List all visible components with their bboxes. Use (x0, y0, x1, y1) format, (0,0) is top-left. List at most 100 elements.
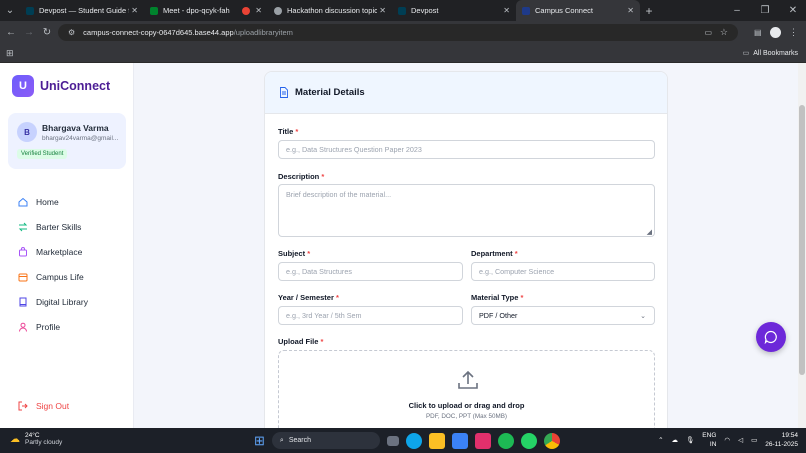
material-type-select[interactable]: PDF / Other ⌄ (471, 306, 655, 325)
tab-search-icon[interactable]: ⌄ (0, 5, 20, 16)
tab-label: Devpost — Student Guide for N (39, 6, 129, 15)
task-view-icon[interactable] (386, 435, 399, 446)
sign-out-button[interactable]: Sign Out (18, 401, 69, 411)
close-icon[interactable]: ✕ (379, 6, 386, 15)
user-name: Bhargava Varma (42, 123, 109, 133)
back-icon[interactable]: ← (2, 27, 20, 38)
sidebar-item-barter-skills[interactable]: Barter Skills (10, 214, 126, 239)
all-bookmarks-link[interactable]: All Bookmarks (753, 50, 798, 57)
language-indicator[interactable]: ENG IN (702, 431, 716, 449)
devpost-favicon-icon (26, 6, 34, 15)
brand-logo[interactable]: U UniConnect (12, 75, 110, 97)
address-bar-row: ← → ↻ ⚙ campus-connect-copy-0647d645.bas… (0, 21, 806, 44)
subject-label: Subject * (278, 249, 311, 258)
swap-icon (18, 222, 28, 231)
taskbar: ☁ 24°C Partly cloudy ⊞ ⌕ Search ⌃ ☁ 🎙 EN… (0, 428, 806, 453)
battery-icon[interactable]: ▭ (751, 436, 757, 444)
year-semester-input[interactable]: e.g., 3rd Year / 5th Sem (278, 306, 463, 325)
tab-devpost-guide[interactable]: Devpost — Student Guide for N ✕ (20, 0, 144, 21)
sidebar-item-label: Barter Skills (36, 221, 82, 232)
spotify-icon[interactable] (497, 432, 514, 449)
file-dropzone[interactable]: Click to upload or drag and drop PDF, DO… (278, 350, 655, 428)
material-type-value: PDF / Other (479, 311, 518, 320)
verified-badge: Verified Student (17, 149, 68, 159)
reload-icon[interactable]: ↻ (38, 27, 56, 38)
tab-hackathon-topics[interactable]: Hackathon discussion topics ✕ (268, 0, 392, 21)
material-type-label: Material Type * (471, 293, 524, 302)
wifi-icon[interactable]: ◠ (724, 436, 730, 444)
site-info-icon[interactable]: ⚙ (68, 28, 75, 37)
sidebar-item-label: Profile (36, 321, 61, 332)
taskbar-search[interactable]: ⌕ Search (271, 432, 380, 449)
sidebar: U UniConnect B Bhargava Varma bhargav24v… (0, 63, 134, 428)
subject-placeholder: e.g., Data Structures (286, 267, 352, 276)
forward-icon[interactable]: → (20, 27, 38, 38)
file-explorer-icon[interactable] (428, 432, 445, 449)
edge-icon[interactable] (405, 432, 422, 449)
chevron-up-icon[interactable]: ⌃ (658, 436, 663, 444)
volume-icon[interactable]: ◁ (738, 436, 743, 444)
home-icon (18, 197, 28, 206)
whatsapp-icon[interactable] (520, 432, 537, 449)
material-details-card: Material Details Title * e.g., Data Stru… (264, 71, 668, 428)
close-icon[interactable]: ✕ (255, 6, 262, 15)
lang-primary: ENG (702, 432, 717, 439)
sidebar-item-profile[interactable]: Profile (10, 314, 126, 339)
card-title: Material Details (295, 87, 365, 98)
year-semester-placeholder: e.g., 3rd Year / 5th Sem (286, 311, 362, 320)
bookmark-star-icon[interactable]: ☆ (720, 27, 728, 38)
brand-name: UniConnect (40, 79, 111, 93)
department-placeholder: e.g., Computer Science (479, 267, 555, 276)
tab-meet[interactable]: Meet - dpo-qcyk-fah ✕ (144, 0, 268, 21)
sign-out-label: Sign Out (36, 401, 70, 411)
menu-icon[interactable]: ⋮ (789, 27, 798, 38)
title-label: Title * (278, 127, 299, 136)
tab-campus-connect[interactable]: Campus Connect ✕ (516, 0, 640, 21)
weather-desc: Partly cloudy (25, 439, 63, 446)
tab-devpost[interactable]: Devpost ✕ (392, 0, 516, 21)
install-app-icon[interactable]: ▭ (704, 28, 712, 37)
calendar-icon (18, 273, 28, 281)
description-textarea[interactable]: Brief description of the material... ◢ (278, 184, 655, 237)
new-tab-icon[interactable]: + (640, 4, 658, 18)
restore-icon[interactable]: ❐ (756, 5, 774, 16)
mic-icon[interactable]: 🎙 (686, 436, 694, 444)
upload-instruction: Click to upload or drag and drop (408, 401, 525, 410)
instagram-icon[interactable] (474, 432, 491, 449)
department-input[interactable]: e.g., Computer Science (471, 262, 655, 281)
url-path: /uploadlibraryitem (233, 28, 293, 37)
minimize-icon[interactable]: – (728, 5, 746, 16)
close-icon[interactable]: ✕ (131, 6, 138, 15)
user-icon (19, 322, 27, 332)
apps-grid-icon[interactable]: ⊞ (6, 48, 14, 59)
clock[interactable]: 19:54 26-11-2025 (765, 431, 798, 449)
tab-label: Meet - dpo-qcyk-fah (163, 6, 230, 15)
profile-avatar-icon[interactable] (770, 27, 781, 38)
sidebar-item-label: Marketplace (36, 246, 83, 257)
sidebar-item-label: Digital Library (36, 296, 88, 307)
subject-input[interactable]: e.g., Data Structures (278, 262, 463, 281)
chat-button[interactable] (756, 322, 786, 352)
store-icon[interactable] (451, 432, 468, 449)
close-icon[interactable]: ✕ (503, 6, 510, 15)
sidebar-item-marketplace[interactable]: Marketplace (10, 239, 126, 264)
extensions-icon[interactable]: ▤ (754, 28, 762, 37)
page-scrollbar[interactable] (798, 63, 806, 428)
sidebar-item-digital-library[interactable]: Digital Library (10, 289, 126, 314)
cloud-icon[interactable]: ☁ (672, 436, 679, 444)
book-icon (19, 297, 27, 306)
sidebar-item-campus-life[interactable]: Campus Life (10, 264, 126, 289)
close-icon[interactable]: ✕ (627, 6, 634, 15)
description-placeholder: Brief description of the material... (286, 190, 392, 199)
windows-start-icon[interactable]: ⊞ (254, 433, 265, 449)
title-input[interactable]: e.g., Data Structures Question Paper 202… (278, 140, 655, 159)
url-bar[interactable]: ⚙ campus-connect-copy-0647d645.base44.ap… (58, 24, 738, 41)
upload-icon (458, 370, 478, 389)
chrome-icon[interactable] (543, 432, 560, 449)
scrollbar-thumb[interactable] (799, 105, 805, 375)
resize-handle-icon[interactable]: ◢ (647, 228, 652, 236)
description-label: Description * (278, 172, 325, 181)
weather-widget[interactable]: ☁ 24°C Partly cloudy (10, 432, 62, 446)
window-close-icon[interactable]: ✕ (784, 5, 802, 16)
sidebar-item-home[interactable]: Home (10, 189, 126, 214)
